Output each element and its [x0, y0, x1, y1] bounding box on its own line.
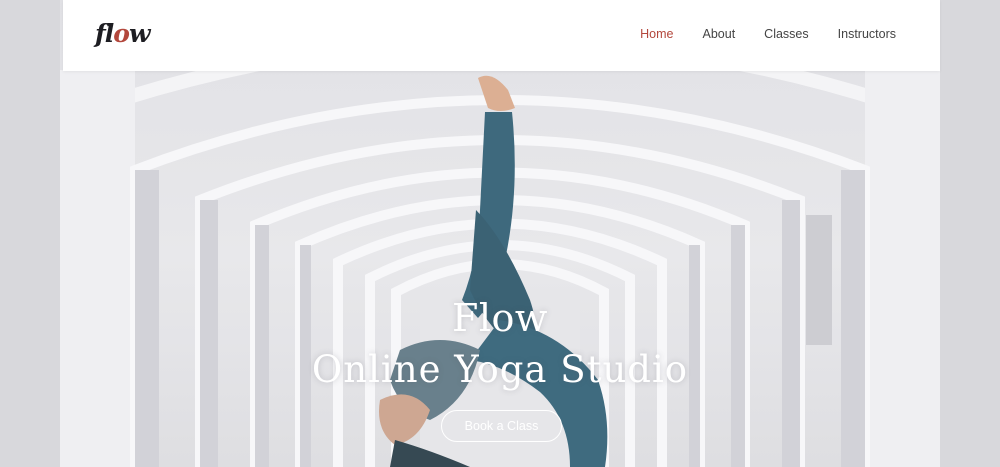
book-class-button[interactable]: Book a Class: [441, 410, 562, 442]
logo-text-start: fl: [95, 19, 114, 48]
hero-title-line1: Flow: [452, 296, 548, 340]
top-navbar: flow Home About Classes Instructors: [63, 0, 940, 71]
nav-item-home[interactable]: Home: [640, 24, 673, 44]
main-nav: Home About Classes Instructors: [611, 24, 896, 44]
logo-text-accent: o: [113, 19, 130, 48]
nav-item-about[interactable]: About: [703, 24, 736, 44]
nav-item-classes[interactable]: Classes: [764, 24, 808, 44]
hero-title-line2: Online Yoga Studio: [311, 348, 689, 391]
logo-text-end: w: [128, 19, 151, 48]
brand-logo[interactable]: flow: [95, 18, 151, 50]
nav-item-instructors[interactable]: Instructors: [838, 24, 896, 44]
